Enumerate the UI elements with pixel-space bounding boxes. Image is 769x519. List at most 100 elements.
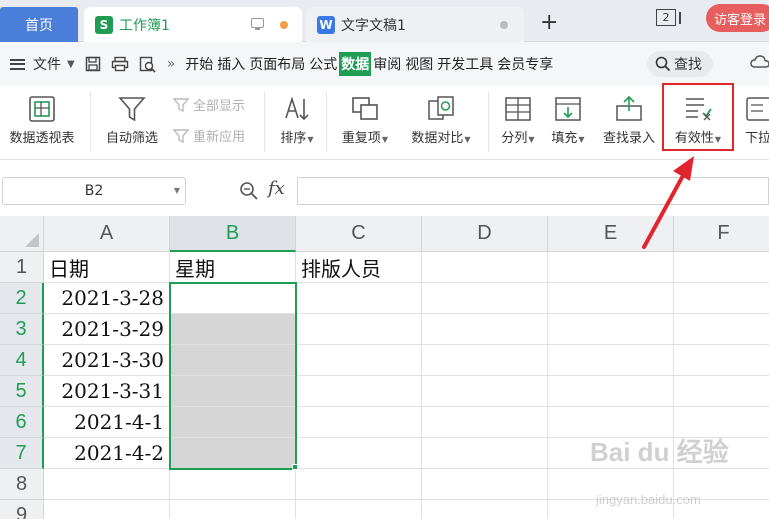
cell-a8[interactable] bbox=[44, 469, 170, 500]
column-header-d[interactable]: D bbox=[422, 216, 548, 252]
insert-function-button[interactable]: fx bbox=[268, 178, 285, 199]
cell-f2[interactable] bbox=[674, 283, 769, 314]
cell-a9[interactable] bbox=[44, 500, 170, 519]
print-preview-icon[interactable] bbox=[139, 56, 157, 73]
visitor-login-button[interactable]: 访客登录 bbox=[706, 4, 769, 32]
row-header-7[interactable]: 7 bbox=[0, 438, 44, 469]
tab-insert[interactable]: 插入 bbox=[215, 54, 247, 74]
tab-document[interactable]: W 文字文稿1 bbox=[306, 7, 524, 42]
column-header-c[interactable]: C bbox=[296, 216, 422, 252]
formula-input[interactable] bbox=[297, 177, 769, 205]
save-icon[interactable] bbox=[85, 56, 101, 72]
zoom-icon[interactable] bbox=[239, 181, 259, 201]
tab-member[interactable]: 会员专享 bbox=[495, 54, 555, 74]
cell-a3[interactable]: 2021-3-29 bbox=[44, 314, 170, 345]
cell-d3[interactable] bbox=[422, 314, 548, 345]
cell-c3[interactable] bbox=[296, 314, 422, 345]
cell-a4[interactable]: 2021-3-30 bbox=[44, 345, 170, 376]
row-header-6[interactable]: 6 bbox=[0, 407, 44, 438]
row-header-8[interactable]: 8 bbox=[0, 469, 44, 500]
chevron-down-icon[interactable]: ▼ bbox=[67, 59, 75, 70]
cell-c9[interactable] bbox=[296, 500, 422, 519]
cell-c6[interactable] bbox=[296, 407, 422, 438]
row-header-1[interactable]: 1 bbox=[0, 252, 44, 283]
cell-d7[interactable] bbox=[422, 438, 548, 469]
cloud-icon[interactable] bbox=[750, 54, 769, 70]
sort-button[interactable]: 排序▼ bbox=[274, 94, 320, 146]
cell-b8[interactable] bbox=[170, 469, 296, 500]
row-header-9[interactable]: 9 bbox=[0, 500, 44, 519]
cell-d8[interactable] bbox=[422, 469, 548, 500]
fill-handle[interactable] bbox=[292, 464, 298, 470]
name-box-dropdown-icon[interactable]: ▼ bbox=[174, 186, 180, 195]
cell-d5[interactable] bbox=[422, 376, 548, 407]
cell-d2[interactable] bbox=[422, 283, 548, 314]
cell-a2[interactable]: 2021-3-28 bbox=[44, 283, 170, 314]
tab-review[interactable]: 审阅 bbox=[371, 54, 403, 74]
split-column-button[interactable]: 分列▼ bbox=[496, 94, 540, 146]
duplicates-button[interactable]: 重复项▼ bbox=[336, 94, 394, 146]
hamburger-icon[interactable] bbox=[10, 58, 25, 70]
lookup-entry-button[interactable]: 查找录入 bbox=[598, 94, 660, 146]
fill-button[interactable]: 填充▼ bbox=[546, 94, 590, 146]
more-chevron-icon[interactable]: » bbox=[167, 56, 176, 72]
cell-a1[interactable]: 日期 bbox=[44, 252, 170, 283]
row-header-2[interactable]: 2 bbox=[0, 283, 44, 314]
reapply-button[interactable]: 重新应用 bbox=[172, 126, 245, 145]
cell-c5[interactable] bbox=[296, 376, 422, 407]
cell-c8[interactable] bbox=[296, 469, 422, 500]
cell-d4[interactable] bbox=[422, 345, 548, 376]
cell-f4[interactable] bbox=[674, 345, 769, 376]
tab-dot-icon[interactable] bbox=[500, 21, 508, 29]
tab-page-layout[interactable]: 页面布局 bbox=[247, 54, 307, 74]
column-header-e[interactable]: E bbox=[548, 216, 674, 252]
search-button[interactable]: 查找 bbox=[647, 51, 713, 77]
cell-f3[interactable] bbox=[674, 314, 769, 345]
row-header-4[interactable]: 4 bbox=[0, 345, 44, 376]
tab-formula[interactable]: 公式 bbox=[307, 54, 339, 74]
cell-b1[interactable]: 星期 bbox=[170, 252, 296, 283]
name-box[interactable]: B2 ▼ bbox=[2, 177, 186, 205]
cell-d6[interactable] bbox=[422, 407, 548, 438]
new-tab-button[interactable]: + bbox=[540, 10, 558, 35]
cell-a7[interactable]: 2021-4-2 bbox=[44, 438, 170, 469]
cell-f1[interactable] bbox=[674, 252, 769, 283]
dropdown-list-button[interactable]: 下拉 bbox=[738, 94, 769, 146]
unsaved-dot-icon[interactable] bbox=[280, 21, 288, 29]
cell-e4[interactable] bbox=[548, 345, 674, 376]
cell-e3[interactable] bbox=[548, 314, 674, 345]
column-header-a[interactable]: A bbox=[44, 216, 170, 252]
row-header-3[interactable]: 3 bbox=[0, 314, 44, 345]
cell-a6[interactable]: 2021-4-1 bbox=[44, 407, 170, 438]
tab-workbook[interactable]: S 工作簿1 bbox=[84, 7, 302, 42]
cell-e1[interactable] bbox=[548, 252, 674, 283]
pivot-table-button[interactable]: 数据透视表 bbox=[4, 94, 80, 146]
tab-start[interactable]: 开始 bbox=[183, 54, 215, 74]
cell-e2[interactable] bbox=[548, 283, 674, 314]
window-count-button[interactable]: 2 bbox=[656, 9, 681, 26]
tab-developer[interactable]: 开发工具 bbox=[435, 54, 495, 74]
cell-f5[interactable] bbox=[674, 376, 769, 407]
cell-d9[interactable] bbox=[422, 500, 548, 519]
select-all-corner[interactable] bbox=[0, 216, 44, 252]
cell-c4[interactable] bbox=[296, 345, 422, 376]
data-compare-button[interactable]: 数据对比▼ bbox=[404, 94, 478, 146]
column-header-f[interactable]: F bbox=[674, 216, 769, 252]
row-header-5[interactable]: 5 bbox=[0, 376, 44, 407]
print-icon[interactable] bbox=[111, 56, 129, 72]
cell-c1[interactable]: 排版人员 bbox=[296, 252, 422, 283]
tab-view[interactable]: 视图 bbox=[403, 54, 435, 74]
cell-c2[interactable] bbox=[296, 283, 422, 314]
cell-b9[interactable] bbox=[170, 500, 296, 519]
autofilter-button[interactable]: 自动筛选 bbox=[100, 94, 164, 146]
cell-c7[interactable] bbox=[296, 438, 422, 469]
cell-e5[interactable] bbox=[548, 376, 674, 407]
monitor-icon[interactable] bbox=[251, 18, 264, 30]
tab-home[interactable]: 首页 bbox=[0, 7, 78, 42]
file-menu[interactable]: 文件 bbox=[33, 54, 61, 74]
cell-d1[interactable] bbox=[422, 252, 548, 283]
show-all-button[interactable]: 全部显示 bbox=[172, 95, 245, 114]
column-header-b[interactable]: B bbox=[170, 216, 296, 252]
cell-a5[interactable]: 2021-3-31 bbox=[44, 376, 170, 407]
tab-data[interactable]: 数据 bbox=[339, 52, 372, 76]
